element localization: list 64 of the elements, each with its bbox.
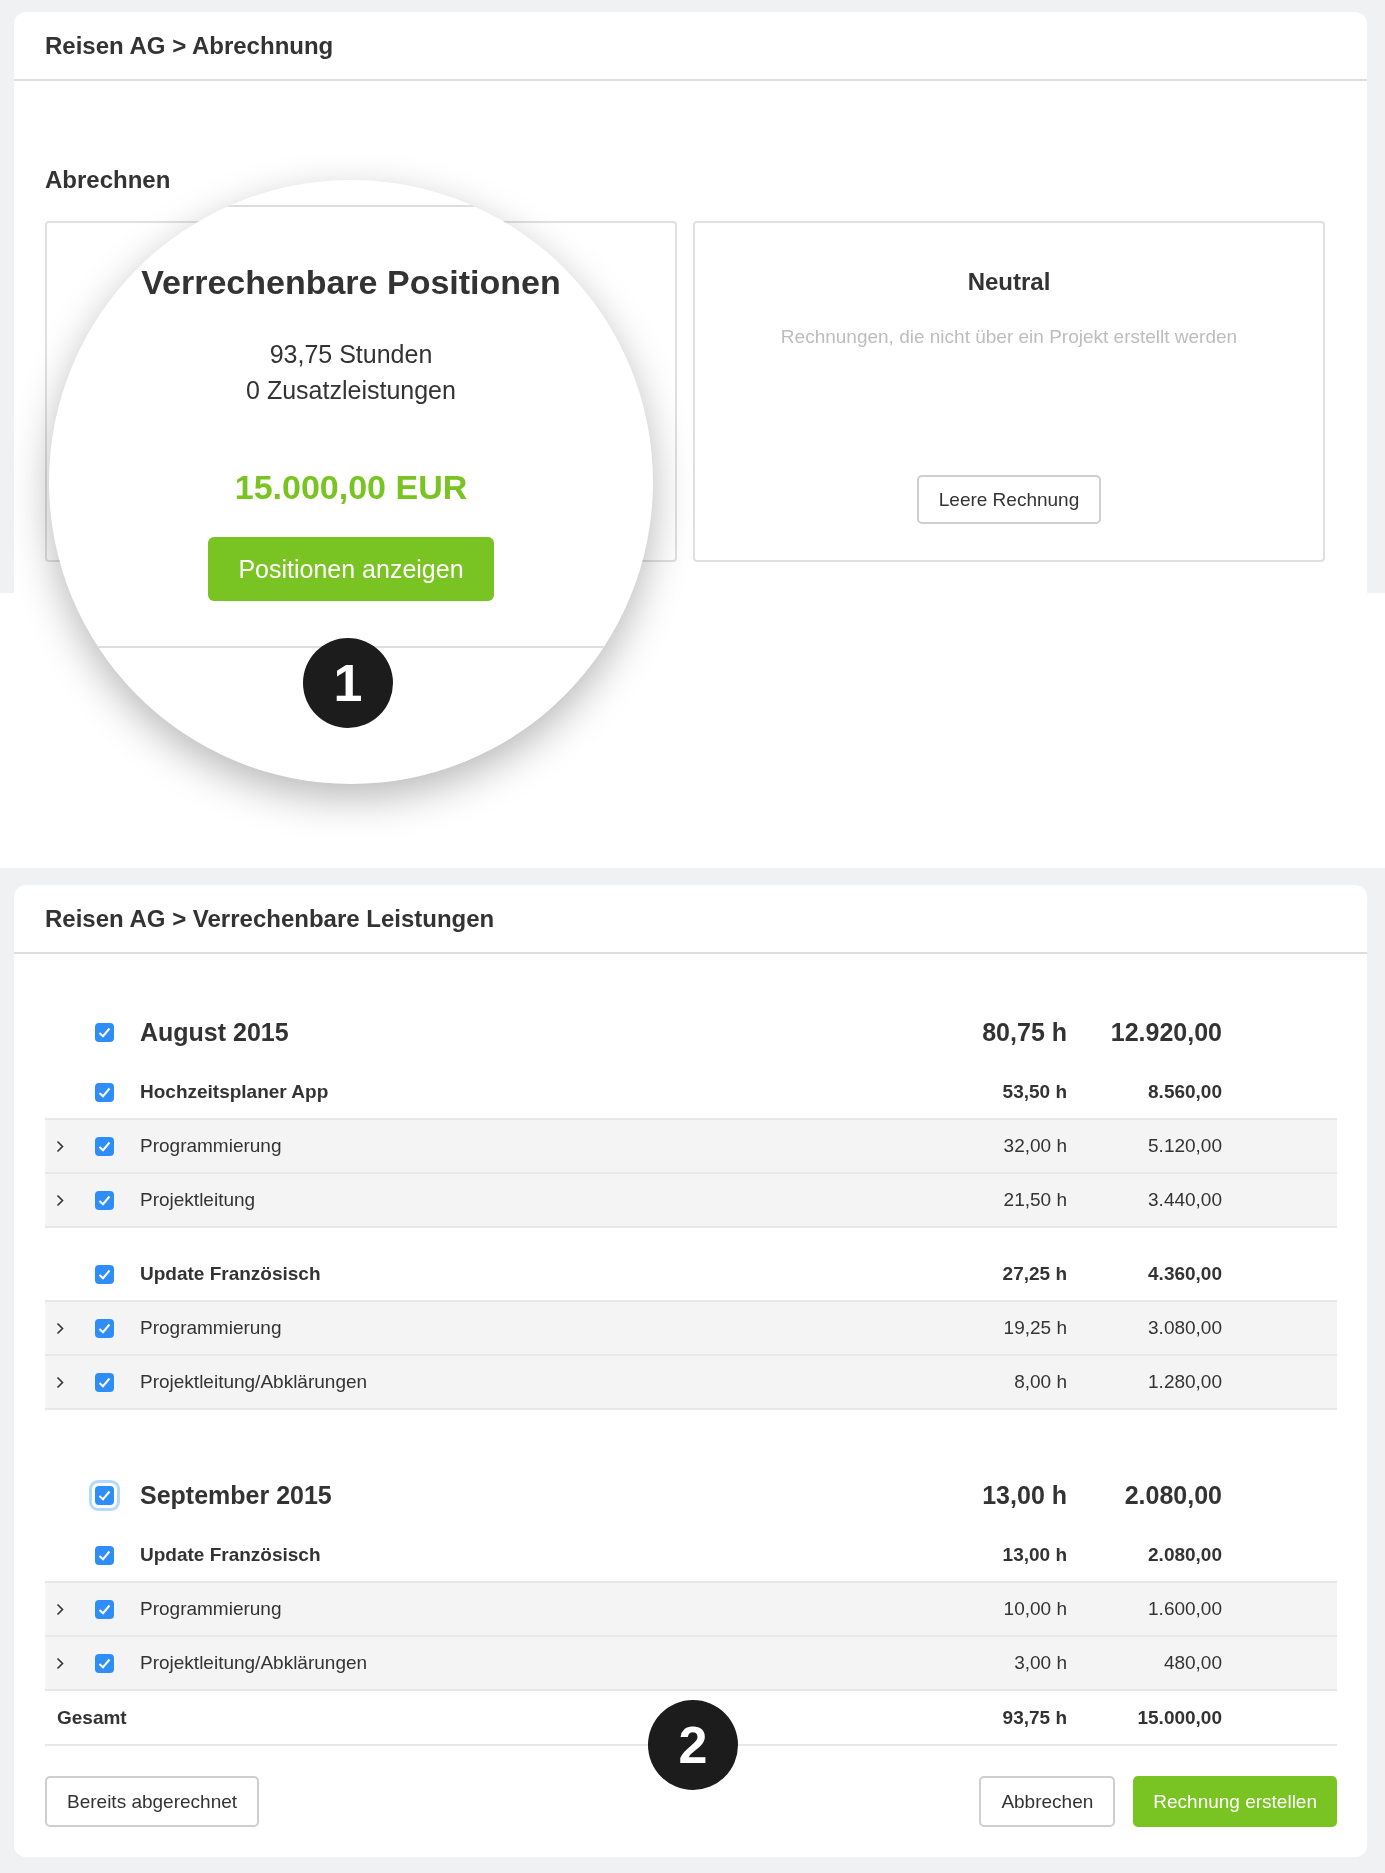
- chevron-right-icon[interactable]: [56, 1321, 64, 1335]
- item-label: Programmierung: [140, 1317, 283, 1339]
- amount-value: 1.280,00: [1148, 1371, 1222, 1393]
- checkbox[interactable]: [95, 1082, 114, 1102]
- hours-value: 27,25 h: [1002, 1263, 1067, 1285]
- project-label: Update Französisch: [140, 1263, 322, 1285]
- project-label: Hochzeitsplaner App: [140, 1081, 330, 1103]
- breadcrumb: Reisen AG > Verrechenbare Leistungen: [45, 904, 495, 933]
- card-title: Verrechenbare Positionen: [141, 263, 561, 302]
- amount-value: 4.360,00: [1148, 1263, 1222, 1285]
- amount-value: 8.560,00: [1148, 1081, 1222, 1103]
- amount-value: 15.000,00: [1137, 1706, 1222, 1729]
- item-label: Programmierung: [140, 1135, 283, 1157]
- total-label: Gesamt: [56, 1706, 128, 1729]
- hours-value: 93,75 h: [1002, 1706, 1067, 1729]
- amount-value: 12.920,00: [1110, 1018, 1222, 1047]
- chevron-right-icon[interactable]: [56, 1656, 64, 1670]
- checkbox[interactable]: [95, 1545, 114, 1565]
- checkbox[interactable]: [95, 1136, 114, 1156]
- summary-line: 0 Zusatzleistungen: [246, 375, 456, 406]
- item-label: Projektleitung/Abklärungen: [140, 1371, 369, 1393]
- checkbox[interactable]: [95, 1599, 114, 1619]
- hours-value: 21,50 h: [1003, 1189, 1067, 1211]
- hours-value: 3,00 h: [1014, 1652, 1067, 1674]
- checkbox[interactable]: [95, 1372, 114, 1392]
- chevron-right-icon[interactable]: [56, 1139, 64, 1153]
- summary-line: 93,75 Stunden: [268, 339, 434, 370]
- hours-value: 19,25 h: [1003, 1317, 1067, 1339]
- total-amount: 15.000,00 EUR: [234, 468, 468, 507]
- amount-value: 1.600,00: [1148, 1598, 1222, 1620]
- month-label: August 2015: [140, 1018, 290, 1047]
- hours-value: 13,00 h: [1002, 1544, 1067, 1566]
- checkbox[interactable]: [95, 1264, 114, 1284]
- checkbox[interactable]: [95, 1190, 114, 1210]
- section-title: Abrechnen: [45, 165, 172, 195]
- amount-value: 3.080,00: [1148, 1317, 1222, 1339]
- amount-value: 2.080,00: [1148, 1544, 1222, 1566]
- amount-value: 5.120,00: [1148, 1135, 1222, 1157]
- already-billed-button[interactable]: Bereits abgerechnet: [45, 1776, 260, 1827]
- hours-value: 32,00 h: [1003, 1135, 1067, 1157]
- breadcrumb: Reisen AG > Abrechnung: [45, 31, 334, 60]
- chevron-right-icon[interactable]: [56, 1193, 64, 1207]
- chevron-right-icon[interactable]: [56, 1602, 64, 1616]
- amount-value: 480,00: [1163, 1652, 1222, 1674]
- cancel-button[interactable]: Abbrechen: [979, 1776, 1116, 1827]
- card-description: Rechnungen, die nicht über ein Projekt erstellt werden: [780, 326, 1238, 348]
- empty-invoice-button[interactable]: Leere Rechnung: [916, 475, 1102, 524]
- hours-value: 13,00 h: [982, 1481, 1067, 1510]
- project-label: Update Französisch: [140, 1544, 322, 1566]
- hours-value: 53,50 h: [1002, 1081, 1067, 1103]
- chevron-right-icon[interactable]: [56, 1375, 64, 1389]
- checkbox[interactable]: [95, 1023, 114, 1042]
- hours-value: 10,00 h: [1003, 1598, 1067, 1620]
- hours-value: 8,00 h: [1014, 1371, 1067, 1393]
- amount-value: 2.080,00: [1124, 1481, 1222, 1510]
- card-title: Neutral: [967, 268, 1051, 296]
- hours-value: 80,75 h: [982, 1018, 1067, 1047]
- checkbox[interactable]: [95, 1653, 114, 1673]
- item-label: Programmierung: [140, 1598, 283, 1620]
- item-label: Projektleitung/Abklärungen: [140, 1652, 369, 1674]
- item-label: Projektleitung: [140, 1189, 257, 1211]
- month-label: September 2015: [140, 1481, 333, 1510]
- checkbox[interactable]: [95, 1318, 114, 1338]
- amount-value: 3.440,00: [1148, 1189, 1222, 1211]
